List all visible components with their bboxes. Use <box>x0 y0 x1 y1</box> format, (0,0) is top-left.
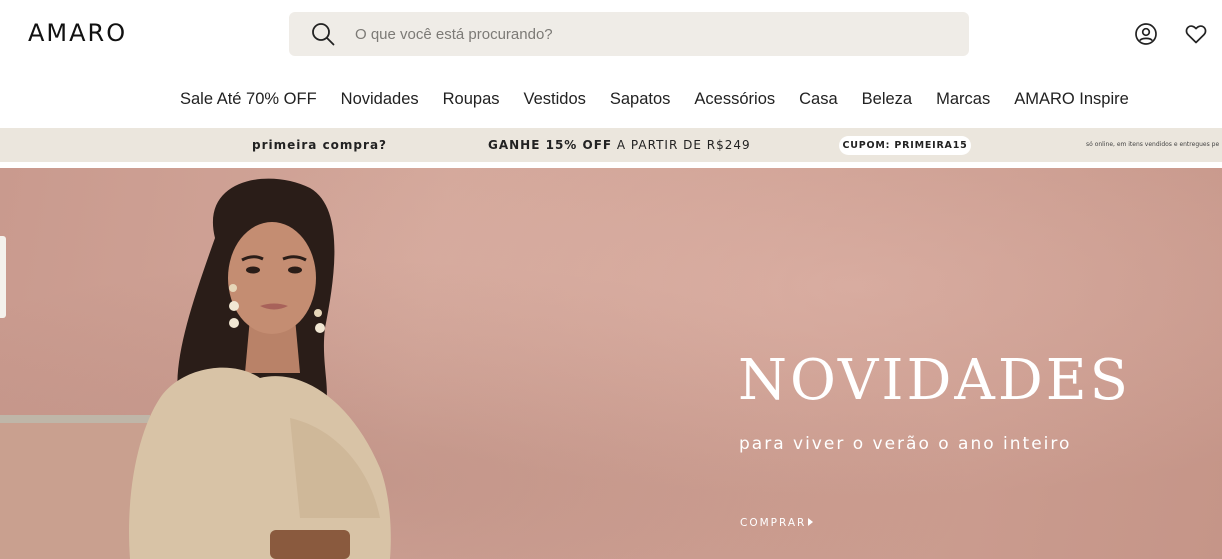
nav-item-acessorios[interactable]: Acessórios <box>682 86 787 112</box>
promo-fine-print: só online, em itens vendidos e entregues… <box>1086 141 1220 148</box>
promo-offer-bold: GANHE 15% OFF <box>488 138 613 152</box>
user-icon[interactable] <box>1134 22 1158 46</box>
search-input[interactable] <box>355 12 935 56</box>
nav-item-vestidos[interactable]: Vestidos <box>512 86 598 112</box>
comprar-label: COMPRAR <box>740 517 807 529</box>
comprar-button[interactable]: COMPRAR <box>740 517 814 529</box>
promo-offer: GANHE 15% OFF A PARTIR DE R$249 <box>488 128 751 162</box>
carousel-side-tab[interactable] <box>0 236 6 318</box>
heart-icon[interactable] <box>1184 22 1208 46</box>
nav-item-casa[interactable]: Casa <box>787 86 850 112</box>
coupon-badge: CUPOM: PRIMEIRA15 <box>839 136 971 155</box>
nav-item-sale[interactable]: Sale Até 70% OFF <box>168 86 329 112</box>
promo-bar[interactable]: primeira compra? GANHE 15% OFF A PARTIR … <box>0 128 1222 162</box>
hero-headline: NOVIDADES <box>738 348 1131 413</box>
nav-item-marcas[interactable]: Marcas <box>924 86 1002 112</box>
hero-subline: para viver o verão o ano inteiro <box>739 434 1072 454</box>
main-nav: Sale Até 70% OFF Novidades Roupas Vestid… <box>168 86 1141 112</box>
nav-item-amaro-inspire[interactable]: AMARO Inspire <box>1002 86 1141 112</box>
promo-question: primeira compra? <box>252 138 387 152</box>
nav-item-roupas[interactable]: Roupas <box>431 86 512 112</box>
search-bar[interactable] <box>289 12 969 56</box>
hero-model-image <box>129 178 391 559</box>
promo-offer-rest: A PARTIR DE R$249 <box>612 138 751 152</box>
play-arrow-icon <box>808 518 814 526</box>
nav-item-novidades[interactable]: Novidades <box>329 86 431 112</box>
hero-banner[interactable]: NOVIDADES para viver o verão o ano intei… <box>0 168 1222 559</box>
search-icon <box>312 23 335 46</box>
amaro-logo[interactable]: AMARO <box>28 19 127 47</box>
nav-item-beleza[interactable]: Beleza <box>850 86 924 112</box>
nav-item-sapatos[interactable]: Sapatos <box>598 86 683 112</box>
